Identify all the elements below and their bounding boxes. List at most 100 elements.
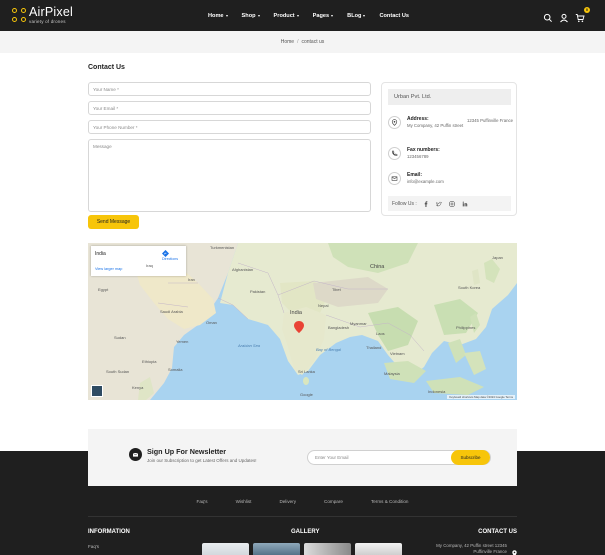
brand-name: AirPixel [29, 5, 73, 19]
gallery-image[interactable] [304, 543, 351, 555]
map-label-vietnam: Vietnam [390, 351, 405, 356]
gallery-image[interactable] [253, 543, 300, 555]
chevron-down-icon [257, 14, 260, 17]
map-label-afghanistan: Afghanistan [232, 267, 254, 272]
email-label: Email: [407, 172, 423, 178]
address-extra: 12345 Puffinville France [467, 118, 514, 123]
chevron-down-icon [296, 14, 299, 17]
map-label-pakistan: Pakistan [250, 289, 266, 294]
chevron-down-icon [363, 14, 366, 17]
nav-item-product[interactable]: Product [274, 13, 299, 19]
satellite-toggle[interactable] [91, 385, 103, 397]
site-header: AirPixel variety of drones Home Shop Pro… [0, 0, 605, 31]
follow-us-bar: Follow Us : [388, 196, 511, 211]
map-place-card: India View larger map Directions [91, 246, 186, 276]
email-value[interactable]: info@example.com [407, 179, 467, 185]
map-label-ethiopia: Ethiopia [142, 359, 157, 364]
nav-item-blog[interactable]: BLog [347, 13, 366, 19]
breadcrumb-current: contact us [301, 39, 325, 45]
company-name: Urban Pvt. Ltd. [388, 89, 511, 105]
brand-tagline: variety of drones [29, 18, 66, 24]
map-label-malaysia: Malaysia [384, 371, 400, 376]
map-label-egypt: Egypt [98, 287, 109, 292]
nav-item-contact[interactable]: Contact Us [379, 13, 409, 19]
fax-value: 123456789 [407, 154, 429, 159]
logo[interactable]: AirPixel variety of drones [12, 6, 73, 24]
embedded-map[interactable]: India View larger map Directions China I… [88, 243, 517, 400]
map-label-indonesia: Indonesia [428, 389, 446, 394]
map-label-india: India [290, 310, 302, 316]
newsletter-email-input[interactable]: Enter Your Email [315, 455, 349, 460]
footer-link-terms[interactable]: Terms & Condition [371, 499, 409, 504]
cart-icon[interactable]: 0 [575, 7, 590, 23]
name-field[interactable]: Your Name * [88, 82, 371, 96]
nav-item-shop[interactable]: Shop [242, 13, 260, 19]
footer-info-link-faqs[interactable]: Faq's [88, 544, 99, 549]
breadcrumb: Home / contact us [0, 31, 605, 53]
nav-item-home[interactable]: Home [208, 13, 228, 19]
map-label-china: China [370, 264, 385, 270]
address-value: My Company, 42 Puffin street [407, 123, 464, 128]
map-place-name: India [95, 251, 106, 257]
view-larger-map-link[interactable]: View larger map [95, 267, 122, 271]
main-nav: Home Shop Product Pages BLog Contact Us [208, 0, 423, 31]
email-field[interactable]: Your Email * [88, 101, 371, 115]
map-label-iran: Iran [188, 277, 195, 282]
gallery-image[interactable] [202, 543, 249, 555]
search-icon[interactable] [543, 10, 553, 22]
newsletter-section: Sign Up For Newsletter Join our Subscrip… [88, 429, 517, 486]
directions-label: Directions [162, 257, 178, 261]
directions-link[interactable]: Directions [162, 250, 178, 261]
footer-divider [88, 516, 517, 517]
footer-link-faqs[interactable]: Faq's [197, 499, 208, 504]
twitter-icon[interactable] [435, 200, 443, 208]
facebook-icon[interactable] [422, 200, 430, 208]
map-label-turkmenistan: Turkmenistan [210, 245, 235, 250]
map-label-bangladesh: Bangladesh [328, 325, 350, 330]
location-pin-icon [512, 544, 517, 555]
breadcrumb-separator: / [297, 39, 299, 45]
map-label-south-sudan: South Sudan [106, 369, 130, 374]
phone-field[interactable]: Your Phone Number * [88, 120, 371, 134]
instagram-icon[interactable] [448, 200, 456, 208]
map-label-nepal: Nepal [318, 303, 329, 308]
cart-count-badge: 0 [584, 7, 590, 13]
map-label-iraq: Iraq [146, 263, 153, 268]
footer-link-wishlist[interactable]: Wishlist [236, 499, 252, 504]
gallery-image[interactable] [355, 543, 402, 555]
map-label-sri-lanka: Sri Lanka [298, 369, 315, 374]
send-message-button[interactable]: Send Message [88, 215, 139, 229]
nav-item-pages[interactable]: Pages [313, 13, 334, 19]
map-label-yemen: Yemen [176, 339, 189, 344]
page-title: Contact Us [88, 64, 125, 71]
newsletter-form: Enter Your Email Subscribe [307, 450, 491, 465]
user-icon[interactable] [559, 10, 569, 23]
chevron-down-icon [225, 14, 228, 17]
location-pin-icon [388, 116, 401, 129]
address-label: Address: [407, 116, 429, 122]
map-label-tibet: Tibet [332, 287, 341, 292]
map-label-bay-of-bengal: Bay of Bengal [316, 347, 341, 352]
map-label-saudi: Saudi Arabia [160, 309, 183, 314]
subscribe-button[interactable]: Subscribe [451, 450, 490, 465]
footer-gallery-title: GALLERY [291, 529, 320, 535]
envelope-icon [388, 172, 401, 185]
follow-us-label: Follow Us : [392, 200, 417, 207]
map-label-south-korea: South Korea [458, 285, 481, 290]
message-field[interactable]: Message [88, 139, 371, 212]
footer-link-delivery[interactable]: Delivery [279, 499, 296, 504]
map-label-somalia: Somalia [168, 367, 183, 372]
contact-info-card: Urban Pvt. Ltd. Address: My Company, 42 … [381, 82, 517, 216]
footer-information-title: INFORMATION [88, 529, 130, 535]
newsletter-title: Sign Up For Newsletter [147, 447, 227, 456]
map-label-philippines: Philippines [456, 325, 476, 330]
map-attribution[interactable]: Keyboard shortcuts Map data ©2024 Google… [447, 395, 515, 399]
map-label-japan: Japan [492, 255, 503, 260]
footer-links: Faq's Wishlist Delivery Compare Terms & … [0, 499, 605, 504]
linkedin-icon[interactable] [461, 200, 469, 208]
map-label-arabian-sea: Arabian Sea [238, 343, 261, 348]
header-icons: 0 [537, 7, 590, 23]
breadcrumb-home[interactable]: Home [281, 39, 294, 45]
footer-gallery [202, 543, 406, 555]
footer-link-compare[interactable]: Compare [324, 499, 343, 504]
